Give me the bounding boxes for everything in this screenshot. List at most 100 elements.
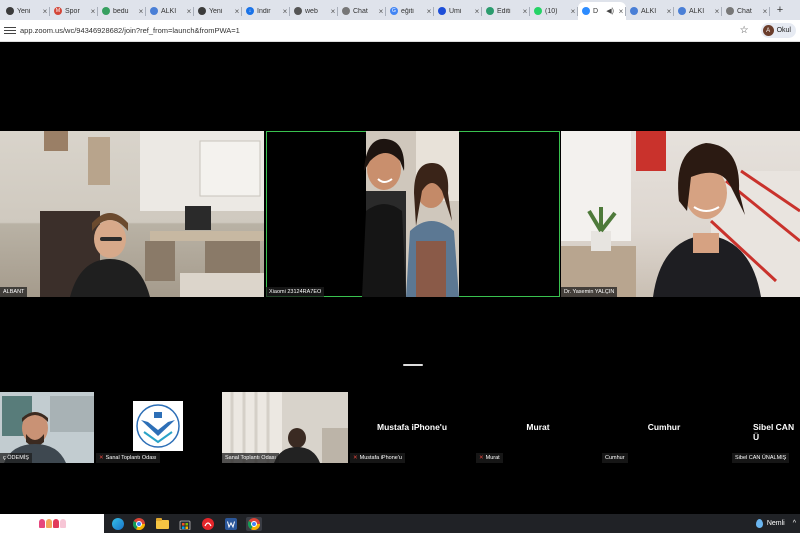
tab-favicon-icon (630, 7, 638, 15)
muted-mic-icon: ✕ (353, 455, 358, 461)
video-tile-strip-2[interactable]: ✕ Sanal Toplantı Odası (96, 392, 220, 463)
browser-tab[interactable]: Umi × (434, 2, 482, 20)
windows-taskbar: Nemli ^ (0, 514, 800, 533)
tab-title: ALKI (641, 7, 657, 15)
chevron-up-icon[interactable]: ^ (793, 520, 796, 527)
browser-tab[interactable]: ↓ İndir × (242, 2, 290, 20)
word-icon[interactable] (223, 517, 239, 531)
browser-tab[interactable]: bedu × (98, 2, 146, 20)
tulip-icon (52, 519, 59, 528)
tab-favicon-icon (6, 7, 14, 15)
participant-name-label: ALBANT (0, 287, 28, 297)
video-tile-main-2[interactable]: Xiaomi 23124RA7EO (266, 131, 560, 297)
file-explorer-icon[interactable] (154, 517, 170, 531)
tulip-icon (59, 519, 66, 528)
tab-separator (769, 7, 770, 16)
participant-display-name: Cumhur (647, 422, 681, 432)
muted-mic-icon: ✕ (479, 455, 484, 461)
tab-title: D (593, 7, 599, 15)
tulip-icon (45, 519, 52, 528)
video-tile-strip-7[interactable]: Sibel CAN Ü Sibel CAN ÜNALMIŞ (728, 392, 800, 463)
profile-button[interactable]: A Okul (760, 23, 796, 38)
browser-tab[interactable]: Chat × (722, 2, 770, 20)
tab-favicon-icon (294, 7, 302, 15)
panel-resize-handle[interactable] (403, 364, 423, 366)
chrome-active-icon[interactable] (246, 516, 262, 531)
edge-icon[interactable] (112, 517, 124, 530)
muted-mic-icon: ✕ (99, 455, 104, 461)
tab-favicon-icon (534, 7, 542, 15)
video-tile-strip-1[interactable]: ç ÖDEMİŞ (0, 392, 94, 463)
tab-favicon-icon (486, 7, 494, 15)
browser-tab[interactable]: ALKI × (626, 2, 674, 20)
chrome-icon[interactable] (131, 517, 147, 531)
tulip-icon (38, 519, 45, 528)
participant-name-text: Mustafa iPhone'u (359, 455, 402, 461)
tab-title: Chat (737, 7, 752, 15)
tab-title: Editi (497, 7, 511, 15)
browser-tab[interactable]: Geğiti × (386, 2, 434, 20)
tab-title: Chat (353, 7, 368, 15)
participant-display-name: Mustafa iPhone'u (376, 422, 448, 432)
store-icon[interactable] (177, 517, 193, 531)
profile-avatar: A (762, 25, 774, 36)
pdf-reader-icon[interactable] (200, 517, 216, 531)
browser-tab[interactable]: ALKI × (674, 2, 722, 20)
browser-tab[interactable]: Yeni × (2, 2, 50, 20)
tab-title: Yeni (209, 7, 223, 15)
participant-name-text: Murat (485, 455, 500, 461)
tab-favicon-icon (726, 7, 734, 15)
participant-name-label: ç ÖDEMİŞ (0, 453, 32, 463)
tab-title: ALKI (161, 7, 177, 15)
taskbar-search-box[interactable] (0, 514, 104, 533)
tab-title: eğiti (401, 7, 414, 15)
browser-tab[interactable]: D ◀) × (578, 2, 626, 20)
browser-tab[interactable]: Editi × (482, 2, 530, 20)
participant-name-label: Cumhur (602, 453, 628, 463)
video-frame-selfie (362, 131, 459, 297)
participant-name-label: Dr. Yasemin YALÇIN (561, 287, 618, 297)
browser-tab-strip: Yeni × M Spor × bedu × ALKI × Yeni × ↓ İndir × web × Cha… (0, 0, 800, 20)
tab-audio-icon[interactable]: ◀) (606, 7, 614, 15)
browser-tab[interactable]: web × (290, 2, 338, 20)
participant-display-name: Murat (526, 422, 550, 432)
video-tile-strip-6[interactable]: Cumhur Cumhur (602, 392, 726, 463)
address-bar: app.zoom.us/wc/94346928682/join?ref_from… (0, 20, 800, 42)
new-tab-plus-icon[interactable]: + (774, 4, 786, 16)
browser-tab[interactable]: Chat × (338, 2, 386, 20)
browser-tab[interactable]: (10) × (530, 2, 578, 20)
humidity-drop-icon (755, 519, 763, 528)
tab-favicon-icon (438, 7, 446, 15)
video-tile-strip-4[interactable]: Mustafa iPhone'u ✕ Mustafa iPhone'u (350, 392, 474, 463)
participant-name-label: ✕ Sanal Toplantı Odası (96, 453, 160, 463)
site-settings-icon[interactable] (4, 25, 16, 37)
tab-favicon-icon (102, 7, 110, 15)
url-text[interactable]: app.zoom.us/wc/94346928682/join?ref_from… (20, 26, 740, 35)
bookmark-star-icon[interactable]: ☆ (740, 25, 749, 36)
video-frame-office (40, 131, 264, 297)
weather-widget[interactable]: Nemli (755, 519, 785, 528)
tab-title: bedu (113, 7, 129, 15)
tab-favicon-icon (342, 7, 350, 15)
tab-favicon-icon (198, 7, 206, 15)
weather-text: Nemli (766, 520, 785, 527)
tab-title: (10) (545, 7, 558, 15)
video-tile-strip-3[interactable]: Sanal Toplantı Odası (222, 392, 348, 463)
browser-tab[interactable]: M Spor × (50, 2, 98, 20)
participant-name-label: ✕ Mustafa iPhone'u (350, 453, 405, 463)
video-tile-strip-5[interactable]: Murat ✕ Murat (476, 392, 600, 463)
browser-tab[interactable]: ALKI × (146, 2, 194, 20)
tab-favicon-icon (678, 7, 686, 15)
video-tile-main-1[interactable]: ALBANT (0, 131, 264, 297)
tab-title: İndir (257, 7, 271, 15)
video-frame-office (561, 131, 800, 297)
participant-name-label: ✕ Murat (476, 453, 503, 463)
tab-favicon-icon (582, 7, 590, 15)
tab-title: web (305, 7, 318, 15)
screen: Yeni × M Spor × bedu × ALKI × Yeni × ↓ İndir × web × Cha… (0, 0, 800, 533)
browser-tab[interactable]: Yeni × (194, 2, 242, 20)
tab-favicon-icon: M (54, 7, 62, 15)
participant-name-label: Xiaomi 23124RA7EO (266, 287, 325, 297)
video-tile-main-3[interactable]: Dr. Yasemin YALÇIN (561, 131, 800, 297)
tab-favicon-icon: ↓ (246, 7, 254, 15)
